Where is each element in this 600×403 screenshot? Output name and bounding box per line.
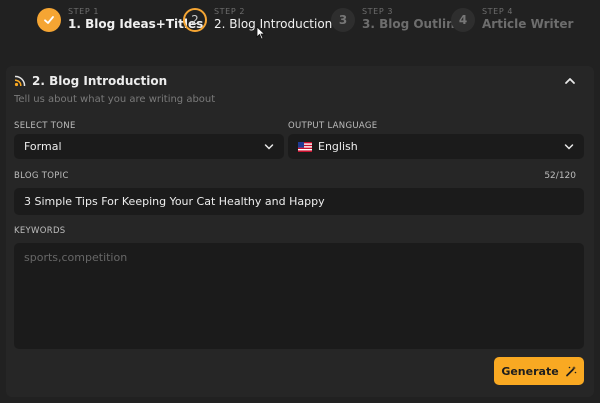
topic-char-counter: 52/120 [544, 171, 576, 181]
step-4-number: 4 [451, 7, 475, 32]
step-1[interactable]: STEP 1 1. Blog Ideas+Titles [37, 7, 203, 32]
blog-topic-input[interactable]: 3 Simple Tips For Keeping Your Cat Healt… [14, 188, 584, 215]
chevron-up-icon[interactable] [564, 76, 576, 86]
us-flag-icon [298, 141, 312, 152]
keywords-placeholder: sports,competition [24, 251, 128, 264]
step-4-caption: STEP 4 [482, 7, 514, 16]
stepper: STEP 1 1. Blog Ideas+Titles 2 STEP 2 2. … [0, 0, 600, 44]
step-3-title: 3. Blog Outline [362, 17, 463, 31]
keywords-label: KEYWORDS [14, 226, 66, 236]
step-3[interactable]: 3 STEP 3 3. Blog Outline [331, 7, 463, 32]
language-value: English [318, 140, 358, 153]
rss-feed-icon [14, 75, 26, 87]
mouse-cursor-icon [256, 26, 266, 40]
step-3-caption: STEP 3 [362, 7, 394, 16]
step-2-caption: STEP 2 [214, 7, 246, 16]
panel-subtitle: Tell us about what you are writing about [14, 94, 216, 105]
topic-value: 3 Simple Tips For Keeping Your Cat Healt… [24, 195, 325, 208]
chevron-down-icon [264, 143, 274, 150]
tone-label: SELECT TONE [14, 121, 76, 131]
blog-introduction-panel: 2. Blog Introduction Tell us about what … [6, 66, 594, 397]
generate-button[interactable]: Generate [494, 357, 584, 385]
step-4[interactable]: 4 STEP 4 Article Writer [451, 7, 573, 32]
step-4-title: Article Writer [482, 17, 574, 31]
step-2-title: 2. Blog Introduction [214, 17, 333, 31]
tone-value: Formal [24, 140, 62, 153]
generate-label: Generate [501, 364, 559, 378]
checkmark-icon [37, 7, 61, 32]
language-label: OUTPUT LANGUAGE [288, 121, 378, 131]
language-select[interactable]: English [288, 134, 584, 159]
chevron-down-icon [564, 143, 574, 150]
panel-title: 2. Blog Introduction [32, 74, 168, 88]
tone-select[interactable]: Formal [14, 134, 284, 159]
topic-label: BLOG TOPIC [14, 171, 69, 181]
magic-wand-icon [565, 366, 576, 377]
step-3-number: 3 [331, 7, 355, 32]
panel-header: 2. Blog Introduction [14, 74, 167, 88]
step-2-number: 2 [183, 7, 207, 32]
keywords-textarea[interactable]: sports,competition [14, 243, 584, 349]
